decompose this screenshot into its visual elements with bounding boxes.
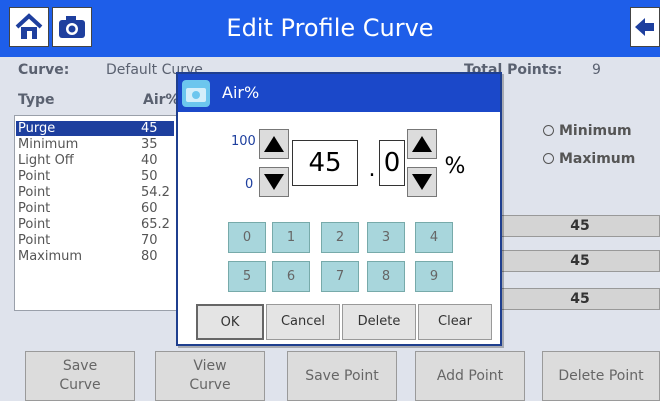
decimal-input[interactable]: 0 bbox=[379, 140, 405, 186]
arrow-down-icon bbox=[264, 174, 284, 190]
integer-down-button[interactable] bbox=[259, 167, 289, 197]
list-item[interactable]: Maximum 80 bbox=[16, 249, 174, 264]
save-point-button[interactable]: Save Point bbox=[287, 351, 397, 401]
delete-point-button[interactable]: Delete Point bbox=[542, 351, 660, 401]
title-bar: Edit Profile Curve bbox=[0, 0, 660, 57]
decimal-up-button[interactable] bbox=[407, 129, 437, 159]
back-arrow-icon bbox=[635, 18, 654, 36]
list-item[interactable]: Light Off 40 bbox=[16, 153, 174, 168]
arrow-down-icon bbox=[412, 174, 432, 190]
air-percent-dialog: Air% 100 0 45 . 0 % 0 1 2 3 4 5 6 7 8 9 … bbox=[176, 72, 502, 346]
radio-minimum[interactable]: Minimum bbox=[543, 123, 632, 139]
key-6[interactable]: 6 bbox=[272, 261, 310, 292]
radio-maximum[interactable]: Maximum bbox=[543, 151, 635, 167]
key-7[interactable]: 7 bbox=[321, 261, 359, 292]
key-2[interactable]: 2 bbox=[321, 222, 359, 253]
back-button[interactable] bbox=[630, 7, 660, 47]
type-column-header: Type bbox=[18, 92, 55, 108]
min-limit-label: 0 bbox=[245, 177, 254, 192]
key-4[interactable]: 4 bbox=[415, 222, 453, 253]
key-0[interactable]: 0 bbox=[228, 222, 266, 253]
add-point-button[interactable]: Add Point bbox=[415, 351, 525, 401]
max-limit-label: 100 bbox=[231, 134, 256, 149]
total-points-value: 9 bbox=[592, 62, 601, 78]
radio-circle-icon bbox=[543, 124, 554, 136]
dialog-title: Air% bbox=[222, 83, 260, 102]
arrow-up-icon bbox=[264, 136, 284, 152]
ok-button[interactable]: OK bbox=[196, 304, 264, 340]
unit-label: % bbox=[444, 153, 466, 179]
list-item[interactable]: Purge 45 bbox=[16, 121, 174, 136]
key-9[interactable]: 9 bbox=[415, 261, 453, 292]
view-curve-button[interactable]: View Curve bbox=[155, 351, 265, 401]
list-item[interactable]: Point 65.2 bbox=[16, 217, 174, 232]
list-item[interactable]: Point 70 bbox=[16, 233, 174, 248]
integer-up-button[interactable] bbox=[259, 129, 289, 159]
dialog-title-bar: Air% bbox=[178, 74, 500, 112]
value-field-3[interactable]: 45 bbox=[500, 288, 660, 310]
key-8[interactable]: 8 bbox=[367, 261, 405, 292]
clear-button[interactable]: Clear bbox=[418, 304, 492, 340]
radio-circle-icon bbox=[543, 152, 554, 164]
arrow-up-icon bbox=[412, 136, 432, 152]
value-field-1[interactable]: 45 bbox=[500, 215, 660, 237]
air-column-header: Air% bbox=[143, 92, 180, 108]
key-3[interactable]: 3 bbox=[367, 222, 405, 253]
save-curve-button[interactable]: Save Curve bbox=[25, 351, 135, 401]
curve-label: Curve: bbox=[18, 62, 70, 78]
list-item[interactable]: Point 54.2 bbox=[16, 185, 174, 200]
key-1[interactable]: 1 bbox=[272, 222, 310, 253]
delete-button[interactable]: Delete bbox=[342, 304, 416, 340]
integer-input[interactable]: 45 bbox=[292, 140, 358, 186]
screen: Edit Profile Curve Curve: Default Curve … bbox=[0, 0, 660, 401]
decimal-point: . bbox=[368, 156, 376, 182]
decimal-down-button[interactable] bbox=[407, 167, 437, 197]
list-item[interactable]: Point 60 bbox=[16, 201, 174, 216]
list-item[interactable]: Point 50 bbox=[16, 169, 174, 184]
list-item[interactable]: Minimum 35 bbox=[16, 137, 174, 152]
camera-icon bbox=[182, 80, 210, 107]
cancel-button[interactable]: Cancel bbox=[266, 304, 340, 340]
value-field-2[interactable]: 45 bbox=[500, 250, 660, 272]
page-title: Edit Profile Curve bbox=[226, 14, 434, 42]
key-5[interactable]: 5 bbox=[228, 261, 266, 292]
